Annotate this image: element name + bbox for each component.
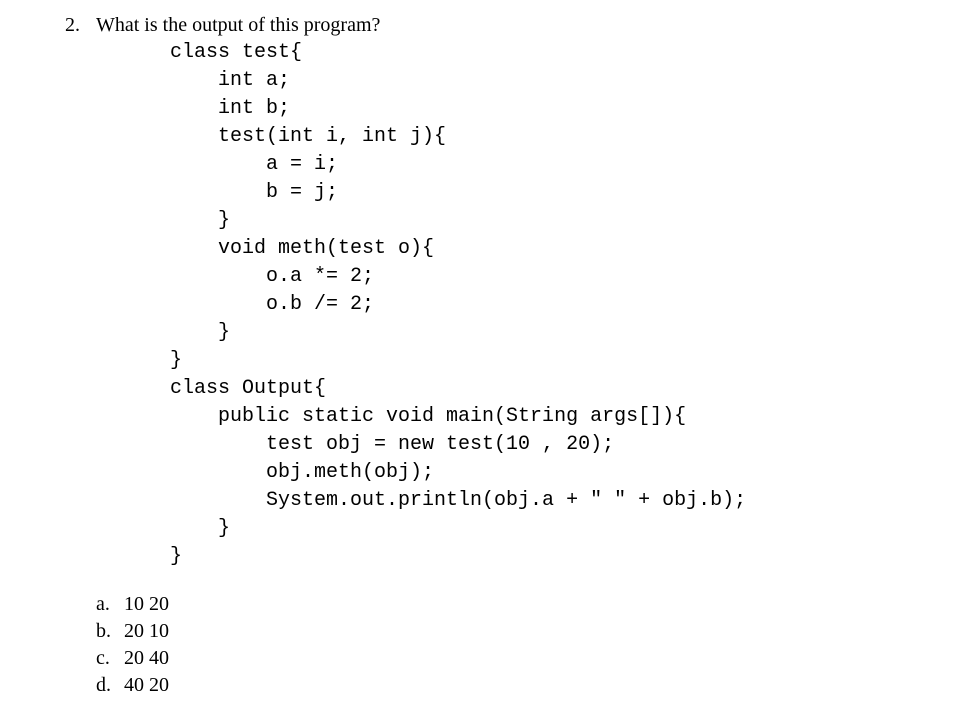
- question-row: 2. What is the output of this program?: [40, 12, 940, 39]
- option-letter: c.: [96, 645, 124, 672]
- option-text: 20 10: [124, 618, 940, 645]
- option-text: 40 20: [124, 672, 940, 699]
- option-letter: d.: [96, 672, 124, 699]
- option-letter: a.: [96, 591, 124, 618]
- option-text: 10 20: [124, 591, 940, 618]
- option-d: d. 40 20: [96, 672, 940, 699]
- option-a: a. 10 20: [96, 591, 940, 618]
- option-text: 20 40: [124, 645, 940, 672]
- question-number: 2.: [40, 12, 96, 39]
- options-list: a. 10 20 b. 20 10 c. 20 40 d. 40 20: [96, 591, 940, 699]
- question-text: What is the output of this program?: [96, 12, 940, 39]
- option-c: c. 20 40: [96, 645, 940, 672]
- code-block: class test{ int a; int b; test(int i, in…: [170, 39, 940, 571]
- option-b: b. 20 10: [96, 618, 940, 645]
- option-letter: b.: [96, 618, 124, 645]
